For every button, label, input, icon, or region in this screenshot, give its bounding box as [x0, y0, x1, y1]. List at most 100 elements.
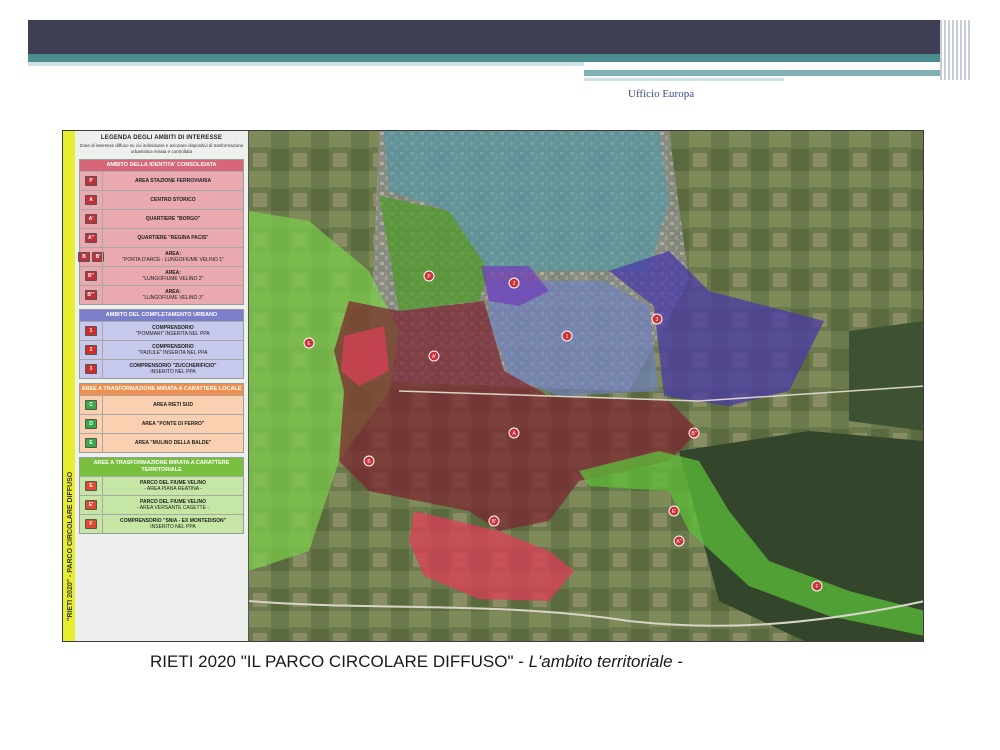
legend-item-codes: D [80, 419, 102, 429]
legend-code-badge: F [85, 519, 97, 529]
legend-section: AREE A TRASFORMAZIONE MIRATA A CARATTERE… [79, 457, 244, 534]
header-accent-bar-right [584, 70, 940, 76]
legend-item: B B' AREA: "PORTA D'ARCE - LUNGOFIUME VELIN… [78, 247, 243, 266]
legend-item: 3 COMPRENSORIO "ZUCCHERIFICIO" INSERITO NE… [80, 359, 243, 378]
map-marker-label: B'' [691, 431, 696, 437]
legend-item-label-line2: "LUNGOFIUME VELINO 2" [142, 276, 204, 282]
legend-item-codes: E' [80, 500, 102, 510]
aerial-map: PAA'A''BB'B''123EE'F [249, 131, 923, 641]
legend-item: F COMPRENSORIO "SNIA - EX MONTEDISON" INSE… [80, 514, 243, 533]
legend-item: 2 COMPRENSORIO "PADULE" INSERITA NEL PPA [80, 340, 243, 359]
legend-section: AMBITO DELLA IDENTITA' CONSOLIDATA P AREA … [78, 159, 244, 305]
legend-code-badge: 3 [85, 364, 97, 374]
legend-item: C AREA RIETI SUD [80, 395, 243, 414]
header-accent-bar [28, 54, 940, 62]
legend-item: E AREA "MULINO DELLA BALDE" [80, 433, 243, 452]
legend-item-label: COMPRENSORIO "SNIA - EX MONTEDISON" INSER… [102, 515, 243, 533]
header-stripes [940, 20, 970, 80]
legend-title: LEGENDA DEGLI AMBITI DI INTERESSE [100, 135, 223, 141]
legend-section-heading: AMBITO DEL COMPLETAMENTO URBANO [80, 310, 243, 321]
legend-item-label-line2: - AREA PIANA REATINA - [144, 486, 202, 492]
legend-item-label: COMPRENSORIO "ZUCCHERIFICIO" INSERITO NEL… [102, 360, 243, 378]
legend-item: A' QUARTIERE "BORGO" [80, 209, 243, 228]
legend-item-label: AREA: "PORTA D'ARCE - LUNGOFIUME VELINO 1… [102, 248, 243, 266]
legend-code-badge: A [85, 195, 97, 205]
legend-code-badge: A'' [85, 233, 97, 243]
legend-code-badge: A' [85, 214, 97, 224]
legend-item-label: AREA "PONTE DI FERRO" [102, 415, 243, 433]
forest-area-east [849, 321, 923, 431]
legend-item-label: AREA STAZIONE FERROVIARIA [102, 172, 243, 190]
map-marker-label: A'' [676, 539, 681, 545]
legend-item-codes: F [80, 519, 102, 529]
legend-item-label-line2: INSERITO NEL PPA [150, 369, 196, 375]
caption-italic: L'ambito territoriale [528, 652, 673, 671]
strip-text: "RIETI 2020" - PARCO CIRCOLARE DIFFUSO [67, 471, 74, 621]
legend-item-codes: 1 [80, 326, 102, 336]
map-marker-label: A' [432, 354, 436, 360]
header-thin-bar [28, 62, 584, 66]
legend-code-badge: D [85, 419, 97, 429]
legend-item: E PARCO DEL FIUME VELINO - AREA PIANA REAT… [80, 476, 243, 495]
map-legend: LEGENDA DEGLI AMBITI DI INTERESSE Zone d… [75, 131, 249, 641]
legend-item-label: PARCO DEL FIUME VELINO - AREA PIANA REATI… [102, 477, 243, 495]
legend-code-badge: P [85, 176, 97, 186]
legend-code-badge: E [85, 438, 97, 448]
legend-item: A'' QUARTIERE "REGINA PACIS" [80, 228, 243, 247]
legend-section-heading: AREE A TRASFORMAZIONE MIRATA A CARATTERE… [80, 458, 243, 476]
legend-code-badge: 2 [85, 345, 97, 355]
legend-item: B'' AREA: "LUNGOFIUME VELINO 2" [80, 266, 243, 285]
legend-item-label: QUARTIERE "REGINA PACIS" [102, 229, 243, 247]
legend-item-label-line1: AREA "MULINO DELLA BALDE" [134, 440, 212, 446]
legend-item-codes: A' [80, 214, 102, 224]
vertical-title-strip: "RIETI 2020" - PARCO CIRCOLARE DIFFUSO [63, 131, 75, 641]
legend-item-label: PARCO DEL FIUME VELINO - AREA VERSANTE CA… [102, 496, 243, 514]
legend-item-codes: E [80, 481, 102, 491]
legend-item-label-line2: "POMMARI" INSERITA NEL PPA [136, 331, 210, 337]
legend-item-label-line1: QUARTIERE "BORGO" [145, 216, 201, 222]
legend-item: 1 COMPRENSORIO "POMMARI" INSERITA NEL PPA [80, 321, 243, 340]
legend-code-badge: B [78, 252, 90, 262]
header-thin-bar-right [584, 78, 784, 81]
map-figure: "RIETI 2020" - PARCO CIRCOLARE DIFFUSO L… [62, 130, 924, 642]
legend-code-badge: E [85, 481, 97, 491]
header-bar [28, 20, 940, 54]
map-marker-label: 1 [566, 334, 569, 340]
legend-item-label: QUARTIERE "BORGO" [102, 210, 243, 228]
legend-item-codes: B''' [80, 290, 102, 300]
figure-caption: RIETI 2020 "IL PARCO CIRCOLARE DIFFUSO" … [150, 652, 683, 672]
legend-item: D AREA "PONTE DI FERRO" [80, 414, 243, 433]
legend-section-heading: AREE A TRASFORMAZIONE MIRATA A CARATTERE… [80, 384, 243, 395]
legend-item-codes: 2 [80, 345, 102, 355]
map-marker-label: B' [492, 519, 496, 525]
legend-item-label-line2: - AREA VERSANTE CASETTE - [137, 505, 209, 511]
legend-sections: AMBITO DELLA IDENTITA' CONSOLIDATA P AREA … [78, 159, 244, 534]
legend-subtitle: Zone di interesse diffuso su cui individ… [79, 143, 244, 154]
legend-item-label-line2: "PORTA D'ARCE - LUNGOFIUME VELINO 1" [122, 257, 224, 263]
legend-item-codes: P [80, 176, 102, 186]
legend-item-label: AREA RIETI SUD [102, 396, 243, 414]
legend-item: E' PARCO DEL FIUME VELINO - AREA VERSANTE … [80, 495, 243, 514]
legend-item-codes: 3 [80, 364, 102, 374]
map-marker-label: 3 [656, 317, 659, 323]
legend-code-badge: 1 [85, 326, 97, 336]
legend-item-label-line2: "LUNGOFIUME VELINO 3" [142, 295, 204, 301]
map-marker-label: E' [672, 509, 676, 515]
legend-item-label-line2: "PADULE" INSERITA NEL PPA [138, 350, 208, 356]
legend-item-codes: C [80, 400, 102, 410]
legend-code-badge: B'' [85, 271, 97, 281]
legend-item: B''' AREA: "LUNGOFIUME VELINO 3" [80, 285, 243, 304]
caption-tail: - [672, 652, 684, 671]
legend-item-label: COMPRENSORIO "POMMARI" INSERITA NEL PPA [102, 322, 243, 340]
legend-item-codes: E [80, 438, 102, 448]
legend-item-label: AREA: "LUNGOFIUME VELINO 2" [102, 267, 243, 285]
legend-item-codes: A [80, 195, 102, 205]
legend-item-label-line1: CENTRO STORICO [150, 197, 196, 203]
office-label: Ufficio Europa [628, 88, 695, 100]
caption-main: RIETI 2020 "IL PARCO CIRCOLARE DIFFUSO" … [150, 652, 529, 671]
legend-section: AMBITO DEL COMPLETAMENTO URBANO 1 COMPRENS… [79, 309, 244, 379]
legend-item-label-line1: AREA STAZIONE FERROVIARIA [134, 178, 212, 184]
legend-section-heading: AMBITO DELLA IDENTITA' CONSOLIDATA [80, 160, 243, 171]
legend-item-label-line1: AREA RIETI SUD [152, 402, 194, 408]
legend-item-label-line2: INSERITO NEL PPA [150, 524, 196, 530]
